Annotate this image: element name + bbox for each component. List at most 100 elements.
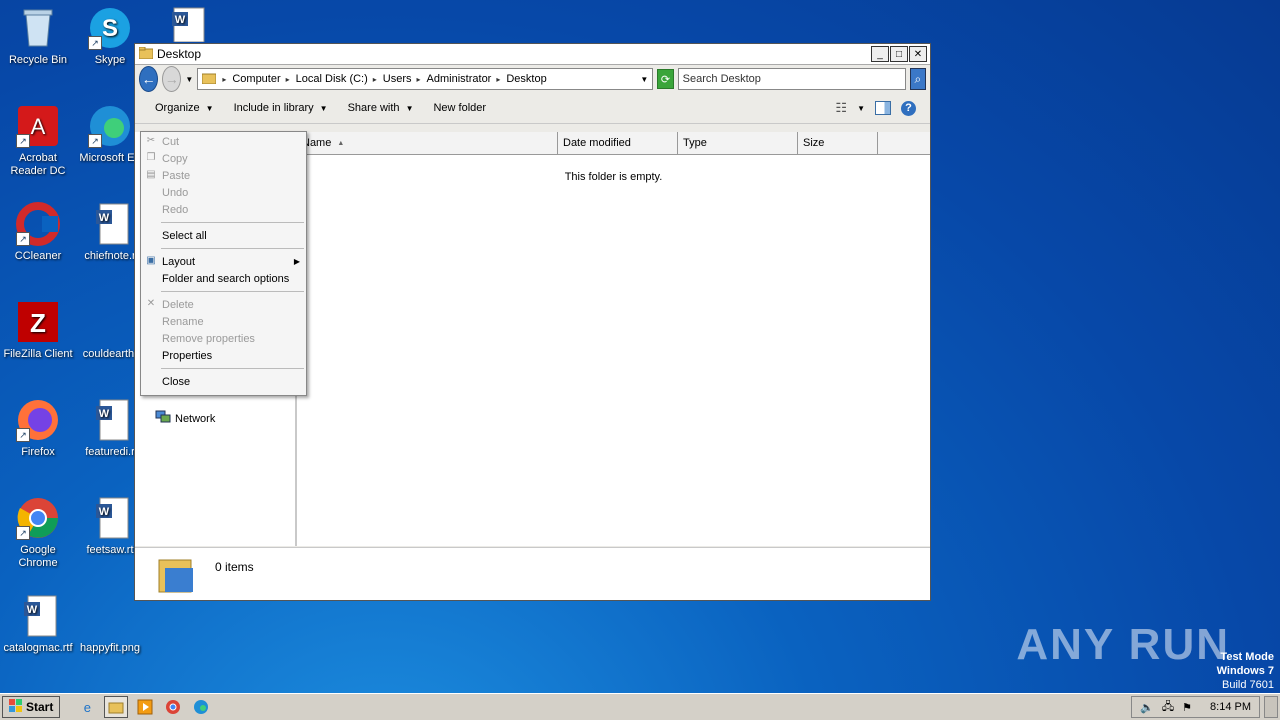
skype-icon: S ↗: [88, 6, 132, 50]
desktop-icon-acrobat[interactable]: A ↗ Acrobat Reader DC: [0, 104, 76, 178]
share-with-button[interactable]: Share with ▼: [338, 102, 424, 114]
breadcrumb-administrator[interactable]: Administrator ▸: [427, 73, 501, 85]
view-dropdown-icon[interactable]: ▼: [857, 104, 865, 113]
address-dropdown-icon[interactable]: ▼: [640, 75, 648, 84]
menu-separator: [161, 368, 304, 369]
preview-pane-icon[interactable]: [875, 101, 891, 115]
menu-separator: [161, 248, 304, 249]
show-desktop-button[interactable]: [1264, 696, 1278, 718]
menu-item-layout[interactable]: ▣ Layout ▶: [141, 253, 306, 270]
recycle-bin-icon: [16, 6, 60, 50]
file-list-pane[interactable]: Name ▲ Date modified Type Size This folde…: [297, 132, 930, 546]
back-button[interactable]: ←: [139, 66, 159, 92]
organize-menu: ✂ Cut ❐ Copy ▤ Paste Undo Redo Select all ▣…: [140, 131, 307, 396]
menu-item-folder-options[interactable]: Folder and search options: [141, 270, 306, 287]
anyrun-watermark: ANY RUN: [1016, 620, 1230, 669]
chevron-down-icon: ▼: [205, 103, 214, 113]
menu-item-close[interactable]: Close: [141, 373, 306, 390]
column-header-date-modified[interactable]: Date modified: [558, 132, 678, 154]
desktop-icon-label: catalogmac.rtf: [3, 642, 73, 654]
chrome-icon: ↗: [16, 496, 60, 540]
folder-large-icon: [157, 554, 195, 597]
edge-icon: ↗: [88, 104, 132, 148]
title-bar[interactable]: Desktop _ □ ✕: [135, 44, 930, 65]
forward-arrow-icon: →: [164, 71, 179, 87]
view-options-icon[interactable]: ☷: [835, 100, 847, 116]
nav-item-label: Network: [175, 412, 216, 425]
menu-item-remove-properties[interactable]: Remove properties: [141, 330, 306, 347]
menu-item-cut[interactable]: ✂ Cut: [141, 133, 306, 150]
delete-icon: ✕: [146, 298, 156, 309]
organize-button[interactable]: Organize ▼: [145, 102, 224, 114]
clock[interactable]: 8:14 PM: [1210, 701, 1251, 713]
include-in-library-button[interactable]: Include in library ▼: [224, 102, 338, 114]
new-folder-button[interactable]: New folder: [423, 102, 496, 114]
desktop-icon-chrome[interactable]: ↗ Google Chrome: [0, 496, 76, 570]
desktop-icon-label: FileZilla Client: [3, 348, 73, 360]
empty-folder-message: This folder is empty.: [564, 171, 663, 183]
column-header-size[interactable]: Size: [798, 132, 878, 154]
desktop-icon-firefox[interactable]: ↗ Firefox: [0, 398, 76, 459]
minimize-button[interactable]: _: [871, 46, 889, 62]
window-title: Desktop: [157, 47, 202, 61]
svg-text:W: W: [99, 408, 110, 420]
chevron-down-icon: ▼: [319, 103, 328, 113]
menu-separator: [161, 222, 304, 223]
layout-icon: ▣: [146, 255, 156, 266]
address-bar[interactable]: ▸ Computer ▸ Local Disk (C:) ▸ Users ▸ Admi…: [197, 68, 654, 90]
close-window-button[interactable]: ✕: [909, 46, 927, 62]
windows-logo-icon: [9, 698, 23, 716]
menu-item-rename[interactable]: Rename: [141, 313, 306, 330]
word-doc-icon: W: [88, 398, 132, 442]
recent-pages-dropdown[interactable]: ▼: [185, 75, 193, 84]
refresh-icon: ⟳: [660, 73, 671, 86]
network-tray-icon[interactable]: 🖧: [1162, 698, 1174, 717]
menu-item-paste[interactable]: ▤ Paste: [141, 167, 306, 184]
desktop-icon-happyfit[interactable]: happyfit.png: [72, 594, 148, 655]
help-icon[interactable]: ?: [901, 100, 916, 116]
breadcrumb-desktop[interactable]: Desktop: [506, 73, 546, 85]
action-center-flag-icon[interactable]: ⚑: [1182, 701, 1192, 714]
desktop-icon-ccleaner[interactable]: ↗ CCleaner: [0, 202, 76, 263]
search-input[interactable]: Search Desktop: [677, 68, 906, 90]
svg-text:Z: Z: [30, 308, 46, 338]
nav-item-network[interactable]: Network: [155, 410, 215, 427]
desktop-icon-catalogmac[interactable]: W catalogmac.rtf: [0, 594, 76, 655]
command-bar: Organize ▼ Include in library ▼ Share with…: [135, 93, 930, 124]
svg-text:W: W: [27, 604, 38, 616]
taskbar: Start e 🔈 🖧 ⚑ 8:14 PM: [0, 693, 1280, 720]
breadcrumb-users[interactable]: Users ▸: [383, 73, 421, 85]
volume-icon[interactable]: 🔈: [1140, 701, 1154, 714]
breadcrumb-computer[interactable]: Computer ▸: [232, 73, 289, 85]
paste-icon: ▤: [146, 169, 156, 180]
search-placeholder: Search Desktop: [682, 73, 761, 85]
menu-item-select-all[interactable]: Select all: [141, 227, 306, 244]
edge-icon[interactable]: [190, 697, 212, 717]
media-player-icon[interactable]: [134, 697, 156, 717]
start-button[interactable]: Start: [2, 696, 61, 718]
file-explorer-icon[interactable]: [104, 696, 129, 718]
menu-item-delete[interactable]: ✕ Delete: [141, 296, 306, 313]
menu-item-copy[interactable]: ❐ Copy: [141, 150, 306, 167]
svg-text:W: W: [175, 14, 186, 26]
ccleaner-icon: ↗: [16, 202, 60, 246]
search-button[interactable]: ⌕: [909, 68, 926, 90]
chrome-icon[interactable]: [162, 697, 184, 717]
internet-explorer-icon[interactable]: e: [76, 697, 98, 717]
menu-separator: [161, 291, 304, 292]
maximize-button[interactable]: □: [890, 46, 908, 62]
breadcrumb-local-disk[interactable]: Local Disk (C:) ▸: [296, 73, 377, 85]
menu-item-undo[interactable]: Undo: [141, 184, 306, 201]
details-pane: 0 items: [135, 547, 930, 600]
word-doc-icon: W: [88, 202, 132, 246]
forward-button[interactable]: →: [162, 66, 182, 92]
column-header-name[interactable]: Name ▲: [297, 132, 558, 154]
column-header-type[interactable]: Type: [678, 132, 798, 154]
refresh-button[interactable]: ⟳: [657, 69, 674, 89]
desktop-icon-label: Google Chrome: [18, 544, 58, 569]
word-doc-icon: W: [88, 496, 132, 540]
menu-item-redo[interactable]: Redo: [141, 201, 306, 218]
menu-item-properties[interactable]: Properties: [141, 347, 306, 364]
desktop-icon-filezilla[interactable]: Z FileZilla Client: [0, 300, 76, 361]
desktop-icon-recycle-bin[interactable]: Recycle Bin: [0, 6, 76, 67]
